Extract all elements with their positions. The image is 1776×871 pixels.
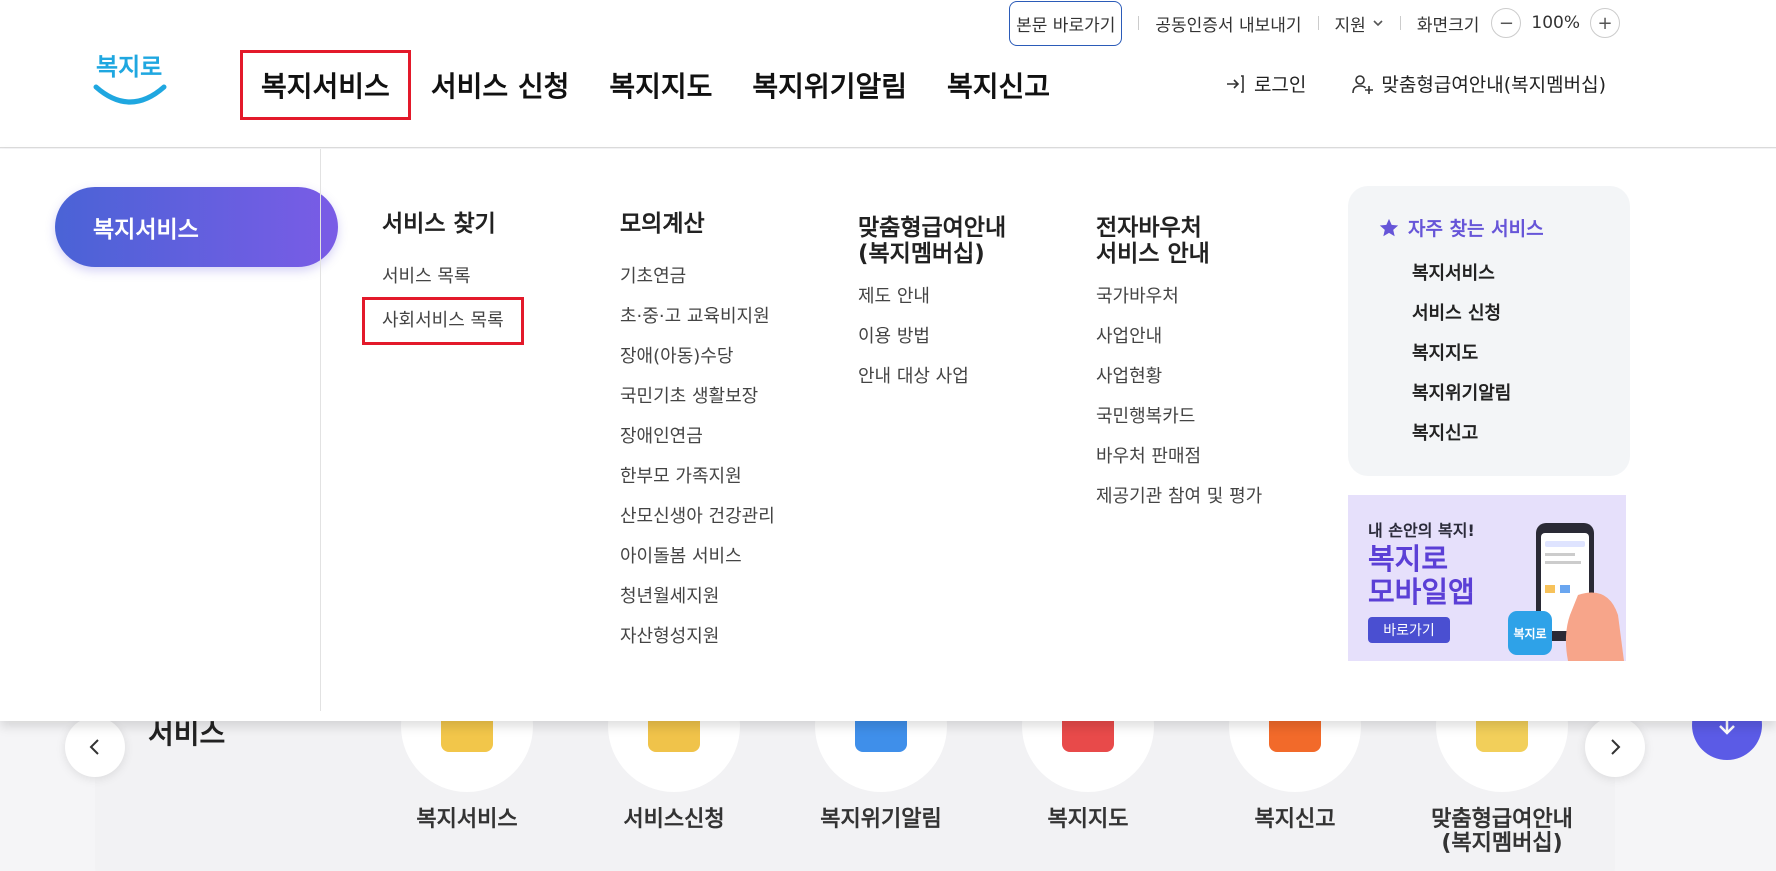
- carousel-next-button[interactable]: [1585, 717, 1645, 777]
- membership-link[interactable]: 맞춤형급여안내(복지멤버십): [1351, 70, 1606, 97]
- favorite-item[interactable]: 복지신고: [1412, 414, 1511, 454]
- support-dropdown[interactable]: 지원: [1335, 11, 1384, 36]
- favorite-item[interactable]: 복지지도: [1412, 334, 1511, 374]
- menu-item[interactable]: 사업현황: [1096, 357, 1326, 397]
- menu-item[interactable]: 청년월세지원: [620, 577, 850, 617]
- menu-column-title: 모의계산: [620, 211, 705, 237]
- menu-item-service-list[interactable]: 서비스 목록: [382, 257, 612, 297]
- favorite-item[interactable]: 복지위기알림: [1412, 374, 1511, 414]
- nav-service-apply[interactable]: 서비스 신청: [411, 50, 590, 120]
- member-links: 로그인 맞춤형급여안내(복지멤버십): [1224, 70, 1606, 97]
- login-link[interactable]: 로그인: [1224, 70, 1306, 97]
- menu-item[interactable]: 장애인연금: [620, 417, 850, 457]
- favorite-services-box: 자주 찾는 서비스 복지서비스 서비스 신청 복지지도 복지위기알림 복지신고: [1348, 186, 1630, 476]
- divider: [1138, 16, 1140, 30]
- favorite-item[interactable]: 서비스 신청: [1412, 294, 1511, 334]
- menu-item[interactable]: 바우처 판매점: [1096, 437, 1326, 477]
- menu-item[interactable]: 산모신생아 건강관리: [620, 497, 850, 537]
- chevron-right-icon: [1611, 739, 1621, 755]
- menu-column-title: 전자바우처 서비스 안내: [1096, 215, 1210, 267]
- support-label: 지원: [1334, 15, 1366, 36]
- menu-item[interactable]: 사업안내: [1096, 317, 1326, 357]
- favorite-services-title: 자주 찾는 서비스: [1378, 214, 1544, 241]
- menu-column-title: 서비스 찾기: [382, 211, 496, 237]
- menu-item[interactable]: 자산형성지원: [620, 617, 850, 657]
- menu-column-service-search: 서비스 찾기 서비스 목록 사회서비스 목록: [362, 211, 612, 345]
- zoom-in-button[interactable]: +: [1590, 8, 1620, 38]
- chevron-left-icon: [89, 739, 99, 755]
- menu-column-mock-calc: 모의계산 기초연금 초·중·고 교육비지원 장애(아동)수당 국민기초 생활보장…: [620, 211, 850, 657]
- mega-menu-active-category[interactable]: 복지서비스: [55, 187, 338, 267]
- phone-in-hand-icon: 복지로: [1508, 523, 1624, 661]
- app-icon-text: 복지로: [1513, 626, 1546, 641]
- menu-item[interactable]: 제공기관 참여 및 평가: [1096, 477, 1326, 517]
- menu-item-social-service-list[interactable]: 사회서비스 목록: [362, 297, 524, 345]
- menu-column-e-voucher: 전자바우처 서비스 안내 국가바우처 사업안내 사업현황 국민행복카드 바우처 …: [1096, 215, 1326, 517]
- chevron-down-icon: [1373, 20, 1383, 27]
- divider: [1399, 16, 1401, 30]
- menu-item[interactable]: 안내 대상 사업: [858, 357, 1088, 397]
- zoom-label: 화면크기: [1416, 15, 1480, 36]
- star-icon: [1379, 218, 1399, 236]
- nav-crisis-alert[interactable]: 복지위기알림: [732, 50, 927, 120]
- menu-item[interactable]: 제도 안내: [858, 277, 1088, 317]
- mobile-app-banner[interactable]: 내 손안의 복지! 복지로 모바일앱 바로가기 복지로: [1348, 495, 1626, 661]
- menu-column-membership: 맞춤형급여안내 (복지멤버십) 제도 안내 이용 방법 안내 대상 사업: [858, 215, 1088, 397]
- login-label: 로그인: [1253, 74, 1307, 96]
- mega-menu: 복지서비스 서비스 찾기 서비스 목록 사회서비스 목록 모의계산 기초연금 초…: [0, 149, 1776, 721]
- zoom-value: 100%: [1531, 13, 1580, 33]
- menu-item[interactable]: 국민기초 생활보장: [620, 377, 850, 417]
- menu-item[interactable]: 이용 방법: [858, 317, 1088, 357]
- membership-label: 맞춤형급여안내(복지멤버십): [1381, 74, 1606, 96]
- menu-item[interactable]: 한부모 가족지원: [620, 457, 850, 497]
- divider: [1317, 16, 1319, 30]
- banner-go-button[interactable]: 바로가기: [1368, 617, 1450, 643]
- main-nav: 복지서비스 서비스 신청 복지지도 복지위기알림 복지신고: [240, 50, 1070, 120]
- utility-bar: 본문 바로가기 공동인증서 내보내기 지원 화면크기 − 100% +: [1009, 0, 1620, 46]
- menu-column-title: 맞춤형급여안내 (복지멤버십): [858, 215, 1007, 267]
- divider: [320, 149, 321, 711]
- site-logo[interactable]: 복지로: [90, 45, 170, 115]
- user-plus-icon: [1352, 74, 1374, 94]
- skip-to-content-link[interactable]: 본문 바로가기: [1009, 0, 1123, 46]
- bokjiro-logo-icon: 복지로: [93, 53, 167, 105]
- nav-welfare-map[interactable]: 복지지도: [589, 50, 732, 120]
- banner-title: 복지로 모바일앱: [1368, 542, 1475, 609]
- menu-item[interactable]: 기초연금: [620, 257, 850, 297]
- menu-item[interactable]: 국민행복카드: [1096, 397, 1326, 437]
- banner-subtitle: 내 손안의 복지!: [1368, 521, 1475, 540]
- carousel-prev-button[interactable]: [65, 717, 125, 777]
- logo-text: 복지로: [96, 53, 162, 81]
- menu-item[interactable]: 초·중·고 교육비지원: [620, 297, 850, 337]
- nav-welfare-service[interactable]: 복지서비스: [240, 50, 411, 120]
- favorite-item[interactable]: 복지서비스: [1412, 254, 1511, 294]
- site-header: 본문 바로가기 공동인증서 내보내기 지원 화면크기 − 100% + 복지로 …: [0, 0, 1776, 148]
- cert-export-link[interactable]: 공동인증서 내보내기: [1155, 11, 1301, 36]
- menu-item[interactable]: 장애(아동)수당: [620, 337, 850, 377]
- zoom-out-button[interactable]: −: [1491, 8, 1522, 38]
- nav-welfare-report[interactable]: 복지신고: [927, 50, 1070, 120]
- menu-item[interactable]: 아이돌봄 서비스: [620, 537, 850, 577]
- menu-item[interactable]: 국가바우처: [1096, 277, 1326, 317]
- login-icon: [1226, 74, 1244, 93]
